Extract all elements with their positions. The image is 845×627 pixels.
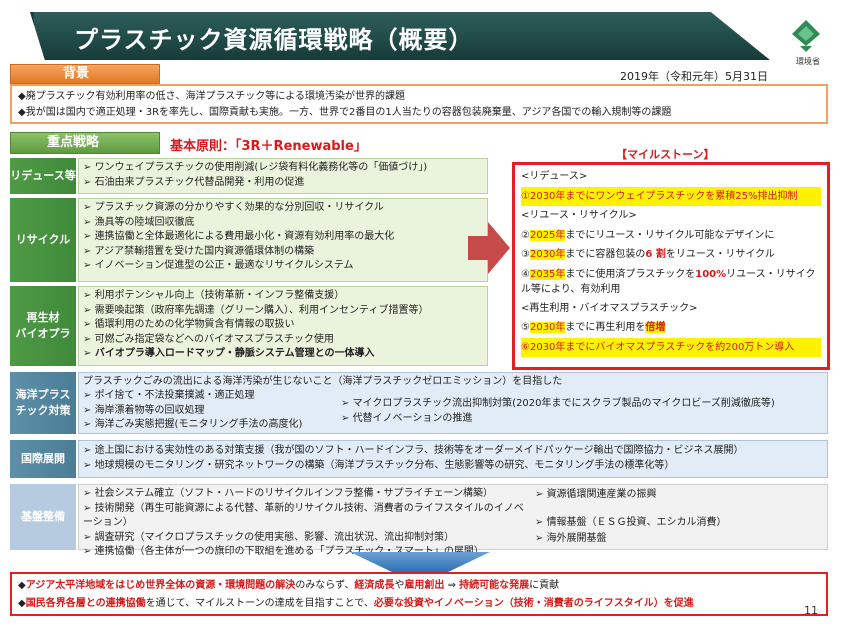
row-label-line: 再生材 (26, 311, 60, 324)
milestone-header: <リユース・リサイクル> (521, 210, 637, 221)
row-international: 国際展開 途上国における実効性のある対策支援（我が国のソフト・ハードインフラ、技… (10, 440, 828, 478)
conclusion-line: ◆国民各界各層との連携協働を通じて、マイルストーンの達成を目指すことで、必要な投… (18, 598, 694, 609)
list-item: プラスチック資源の分かりやすく効果的な分別回収・リサイクル (83, 201, 483, 216)
row-base: 基盤整備 社会システム確立（ソフト・ハードのリサイクルインフラ整備・サプライチェ… (10, 484, 828, 557)
row-label: 国際展開 (10, 440, 76, 478)
milestone-item: ②2025年までにリユース・リサイクル可能なデザインに (521, 229, 775, 241)
list-item: 可燃ごみ指定袋などへのバイオマスプラスチック使用 (83, 333, 483, 348)
row-label: 再生材 バイオプラ (10, 286, 76, 366)
row-label-line: チック対策 (15, 404, 71, 417)
moe-logo-icon (792, 20, 820, 52)
list-item: 途上国における実効性のある対策支援（我が国のソフト・ハードインフラ、技術等をオー… (83, 444, 823, 459)
page-number: 11 (804, 604, 818, 617)
list-item: 地球規模のモニタリング・研究ネットワークの構築（海洋プラスチック分布、生態影響等… (83, 459, 823, 474)
row-content: ワンウェイプラスチックの使用削減(レジ袋有料化義務化等の「価値づけ」) 石油由来… (78, 158, 488, 194)
list-item: 社会システム確立（ソフト・ハードのリサイクルインフラ整備・サプライチェーン構築） (83, 487, 533, 502)
milestone-item: ④2035年までに使用済プラスチックを100%リユース・リサイクル等により、有効… (521, 268, 816, 295)
basic-principle: 基本原則：「3R＋Renewable」 (170, 139, 367, 154)
list-item: 情報基盤（ＥＳＧ投資、エシカル消費） (535, 515, 825, 531)
conclusion-line: ◆アジア太平洋地域をはじめ世界全体の資源・環境問題の解決のみならず、経済成長や雇… (18, 580, 560, 591)
background-tab: 背景 (10, 64, 160, 84)
row-content: 利用ポテンシャル向上（技術革新・インフラ整備支援） 需要喚起策（政府率先調達（グ… (78, 286, 488, 366)
milestone-header: <再生利用・バイオマスプラスチック> (521, 302, 698, 314)
list-item: ワンウェイプラスチックの使用削減(レジ袋有料化義務化等の「価値づけ」) (83, 161, 483, 176)
row-content: プラスチック資源の分かりやすく効果的な分別回収・リサイクル 漁具等の陸域回収徹底… (78, 198, 488, 282)
list-item: 海外展開基盤 (535, 531, 825, 547)
list-item: 連携協働と全体最適化による費用最小化・資源有効利用率の最大化 (83, 230, 483, 245)
row-label: リサイクル (10, 198, 76, 282)
list-item: 海岸漂着物等の回収処理 (83, 404, 333, 419)
logo-label: 環境省 (796, 57, 820, 66)
date: 2019年（令和元年）5月31日 (620, 70, 768, 83)
list-item: 調査研究（マイクロプラスチックの使用実態、影響、流出状況、流出抑制対策） (83, 531, 533, 546)
row-renewable: 再生材バイオプラ 利用ポテンシャル向上（技術革新・インフラ整備支援） 需要喚起策… (10, 286, 490, 366)
row-label: リデュース等 (10, 158, 76, 194)
list-item: 技術開発（再生可能資源による代替、革新的リサイクル技術、消費者のライフスタイルの… (83, 502, 533, 531)
arrow-right-icon (468, 222, 510, 274)
milestone-item: ⑥2030年までにバイオマスプラスチックを約200万トン導入 (521, 337, 821, 357)
row-content: 途上国における実効性のある対策支援（我が国のソフト・ハードインフラ、技術等をオー… (78, 440, 828, 478)
milestone-item: ③2030年までに容器包装の6 割をリユース・リサイクル (521, 249, 775, 260)
row-content: プラスチックごみの流出による海洋汚染が生じないこと（海洋プラスチックゼロエミッシ… (78, 372, 828, 434)
background-box: 廃プラスチック有効利用率の低さ、海洋プラスチック等による環境汚染が世界的課題 我… (10, 84, 828, 124)
arrow-down-icon (350, 552, 490, 572)
milestone-item: ①2030年までにワンウェイプラスチックを累積25%排出抑制 (521, 186, 821, 206)
background-line: 廃プラスチック有効利用率の低さ、海洋プラスチック等による環境汚染が世界的課題 (18, 89, 820, 105)
ocean-intro: プラスチックごみの流出による海洋汚染が生じないこと（海洋プラスチックゼロエミッシ… (83, 376, 563, 387)
list-item: 石油由来プラスチック代替品開発・利用の促進 (83, 176, 483, 191)
list-item: 代替イノベーションの推進 (341, 412, 825, 427)
list-item: バイオプラ導入ロードマップ・静脈システム管理との一体導入 (83, 347, 483, 362)
list-item: マイクロプラスチック流出抑制対策(2020年までにスクラブ製品のマイクロビーズ削… (341, 397, 825, 412)
row-label-line: バイオプラ (15, 327, 71, 340)
milestone-header: <リデュース> (521, 171, 588, 182)
strategy-tab: 重点戦略 (10, 132, 160, 154)
list-item: イノベーション促進型の公正・最適なリサイクルシステム (83, 259, 483, 274)
list-item: 海洋ごみ実態把握(モニタリング手法の高度化) (83, 418, 333, 433)
row-label-line: 海洋プラス (15, 388, 71, 401)
list-item: アジア禁輸措置を受けた国内資源循環体制の構築 (83, 245, 483, 260)
background-line: 我が国は国内で適正処理・3Rを率先し、国際貢献も実施。一方、世界で2番目の1人当… (18, 105, 820, 121)
row-recycle: リサイクル プラスチック資源の分かりやすく効果的な分別回収・リサイクル 漁具等の… (10, 198, 490, 282)
conclusion-box: ◆アジア太平洋地域をはじめ世界全体の資源・環境問題の解決のみならず、経済成長や雇… (10, 572, 828, 616)
milestone-item: ⑤2030年までに再生利用を倍増 (521, 322, 666, 333)
page-title: プラスチック資源循環戦略（概要） (74, 26, 474, 54)
milestone-title: 【マイルストーン】 (616, 148, 715, 161)
milestone-box: <リデュース> ①2030年までにワンウェイプラスチックを累積25%排出抑制 <… (512, 162, 830, 370)
list-item: 漁具等の陸域回収徹底 (83, 216, 483, 231)
list-item: 需要喚起策（政府率先調達（グリーン購入）、利用インセンティブ措置等） (83, 304, 483, 319)
list-item: ポイ捨て・不法投棄撲滅・適正処理 (83, 389, 333, 404)
list-item: 資源循環関連産業の振興 (535, 487, 825, 503)
row-ocean: 海洋プラスチック対策 プラスチックごみの流出による海洋汚染が生じないこと（海洋プ… (10, 372, 828, 434)
row-label: 基盤整備 (10, 484, 76, 550)
list-item: 利用ポテンシャル向上（技術革新・インフラ整備支援） (83, 289, 483, 304)
row-reduce: リデュース等 ワンウェイプラスチックの使用削減(レジ袋有料化義務化等の「価値づけ… (10, 158, 490, 194)
row-content: 社会システム確立（ソフト・ハードのリサイクルインフラ整備・サプライチェーン構築）… (78, 484, 828, 557)
row-label: 海洋プラスチック対策 (10, 372, 76, 434)
list-item: 循環利用のための化学物質含有情報の取扱い (83, 318, 483, 333)
